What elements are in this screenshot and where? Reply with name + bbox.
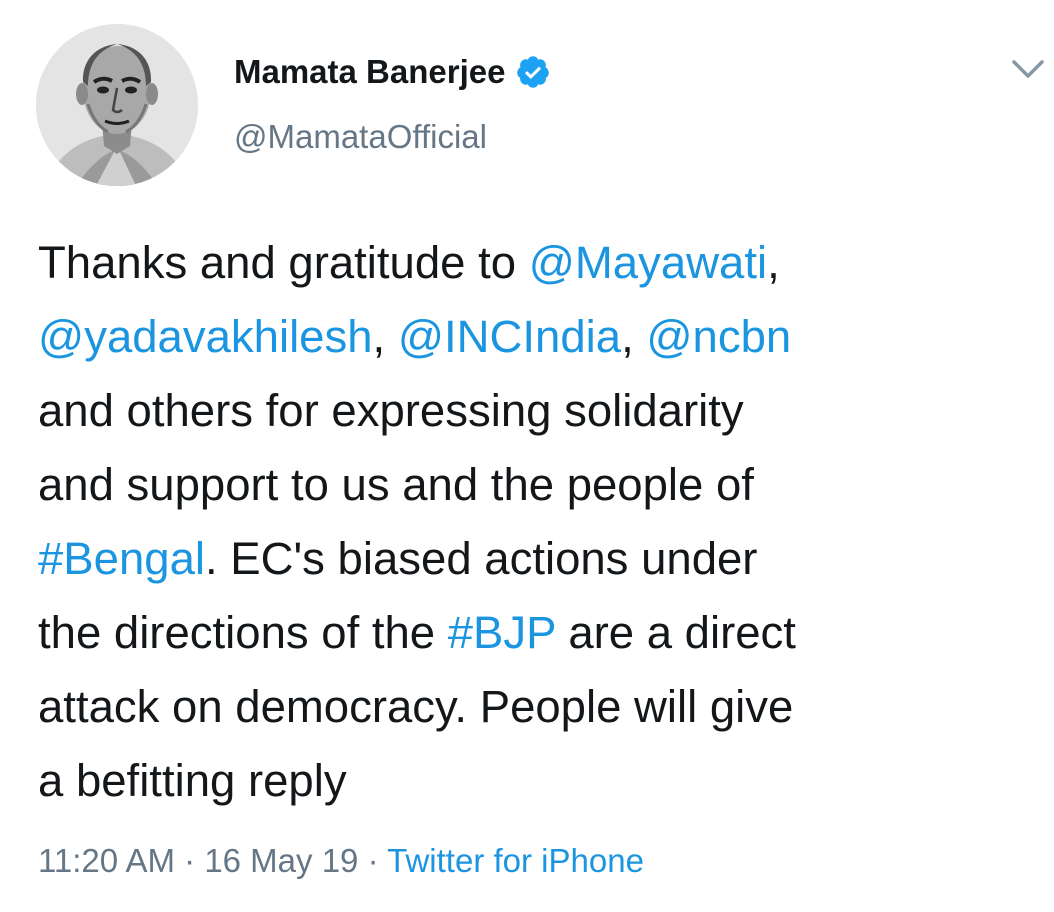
tweet-text-line: a befitting reply — [38, 744, 1038, 818]
tweet-date[interactable]: 16 May 19 — [204, 842, 358, 879]
tweet-time[interactable]: 11:20 AM — [38, 842, 175, 879]
tweet-text-segment: the directions of the — [38, 607, 448, 658]
tweet-text-segment: Thanks and gratitude to — [38, 237, 529, 288]
tweet-text-segment: , — [767, 237, 780, 288]
tweet-menu-button[interactable] — [1008, 54, 1048, 84]
verified-badge-icon — [517, 56, 550, 88]
author-block: Mamata Banerjee @MamataOfficial — [234, 52, 551, 156]
display-name[interactable]: Mamata Banerjee — [234, 53, 505, 91]
tweet-text-segment: . EC's biased actions under — [204, 533, 758, 584]
mention-link[interactable]: @ncbn — [646, 311, 791, 362]
tweet-text-segment: are a direct — [555, 607, 796, 658]
tweet-text-line: #Bengal. EC's biased actions under — [38, 522, 1038, 596]
chevron-down-icon — [1012, 60, 1044, 78]
tweet-text-segment: and others for expressing solidarity — [38, 385, 744, 436]
tweet-text-segment: , — [621, 311, 647, 362]
tweet-text-segment: attack on democracy. People will give — [38, 681, 794, 732]
tweet-text-line: the directions of the #BJP are a direct — [38, 596, 1038, 670]
meta-separator: · — [174, 842, 205, 879]
tweet-text-segment: a befitting reply — [38, 755, 347, 806]
tweet-text-line: and support to us and the people of — [38, 448, 1038, 522]
tweet-text: Thanks and gratitude to @Mayawati, @yadav… — [38, 226, 1038, 818]
avatar[interactable] — [36, 24, 198, 186]
mention-link[interactable]: @yadavakhilesh — [38, 311, 373, 362]
tweet-text-segment: and support to us and the people of — [38, 459, 754, 510]
meta-separator: · — [358, 842, 388, 879]
tweet-meta: 11:20 AM · 16 May 19 · Twitter for iPhon… — [38, 842, 644, 880]
tweet-text-line: Thanks and gratitude to @Mayawati, — [38, 226, 1038, 300]
hashtag-link[interactable]: #Bengal — [38, 533, 205, 584]
tweet-text-segment: , — [372, 311, 398, 362]
tweet-text-line: attack on democracy. People will give — [38, 670, 1038, 744]
name-row: Mamata Banerjee — [234, 52, 551, 92]
hashtag-link[interactable]: #BJP — [448, 607, 556, 658]
mention-link[interactable]: @Mayawati — [529, 237, 767, 288]
tweet-source-link[interactable]: Twitter for iPhone — [387, 842, 644, 879]
tweet-text-line: and others for expressing solidarity — [38, 374, 1038, 448]
portrait-avatar-icon — [36, 24, 198, 186]
mention-link[interactable]: @INCIndia — [398, 311, 621, 362]
tweet-text-line: @yadavakhilesh, @INCIndia, @ncbn — [38, 300, 1038, 374]
handle[interactable]: @MamataOfficial — [234, 118, 551, 156]
tweet: Mamata Banerjee @MamataOfficial Thanks a… — [0, 0, 1054, 912]
